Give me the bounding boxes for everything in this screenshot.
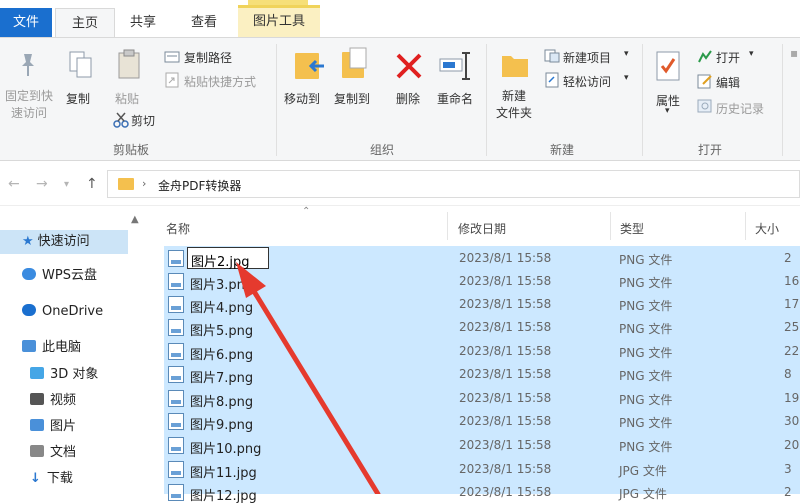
annotation-arrow-icon — [236, 262, 381, 494]
